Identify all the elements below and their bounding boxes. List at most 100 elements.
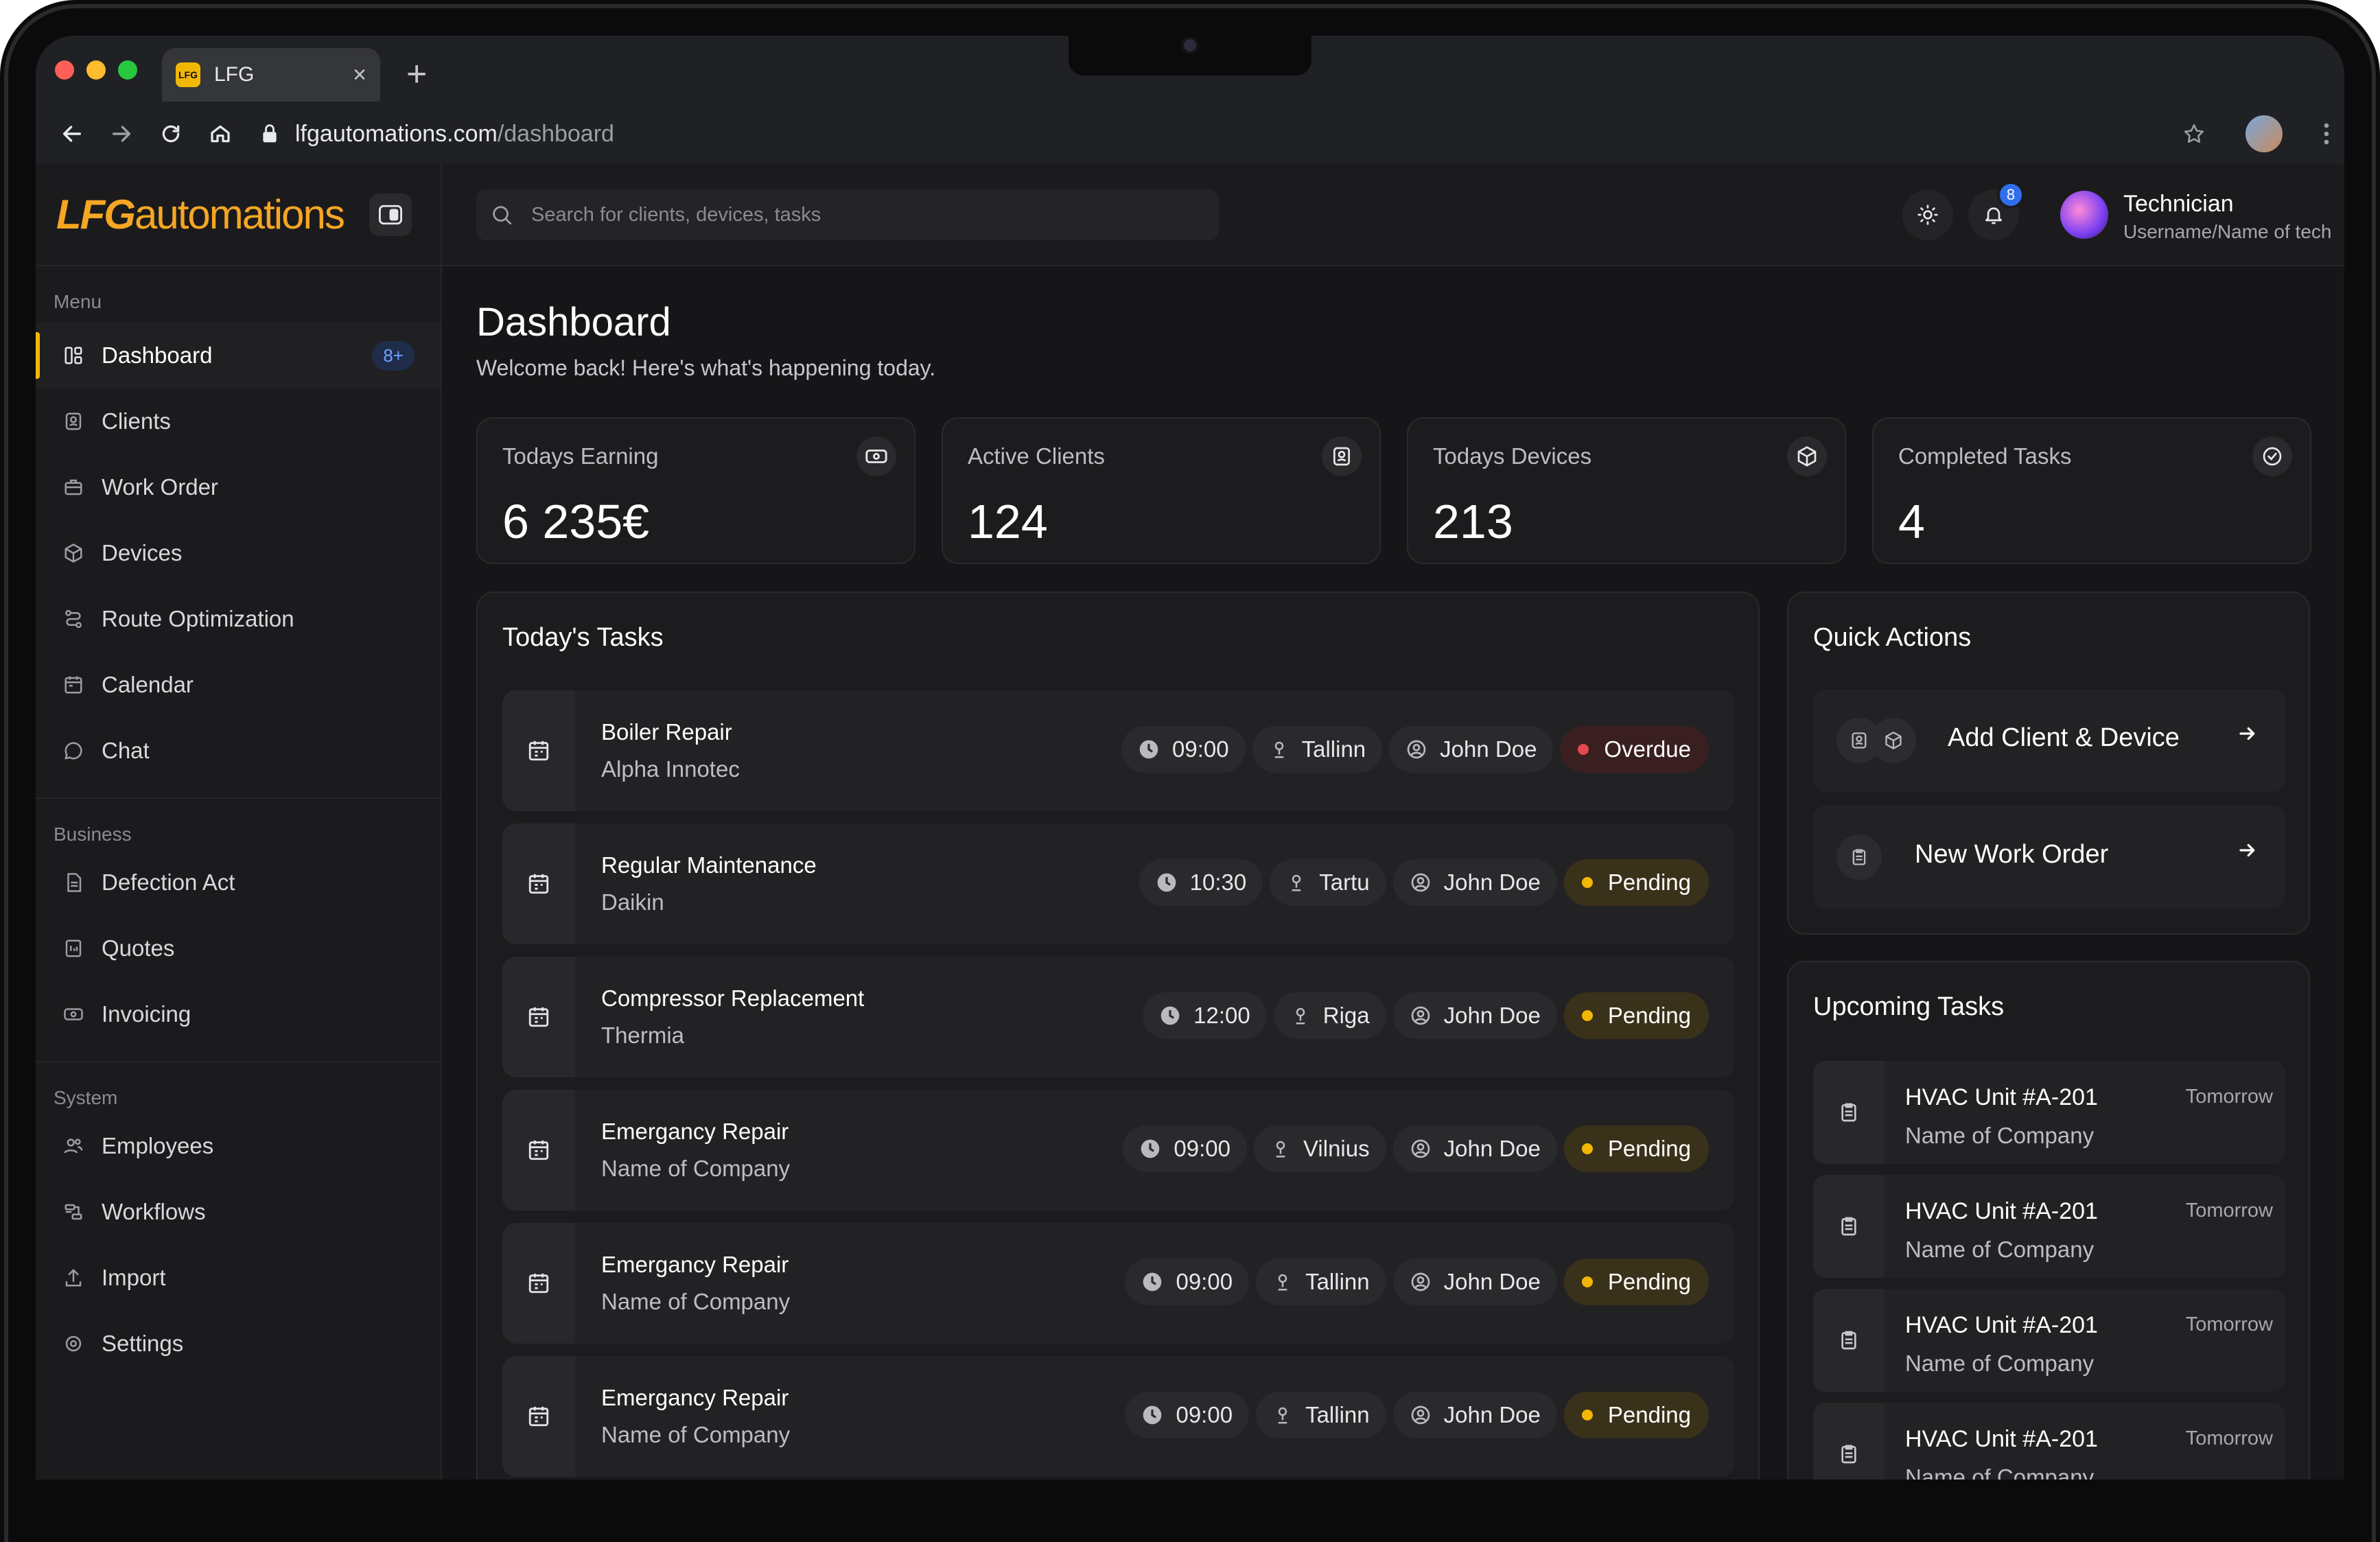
close-window-button[interactable] xyxy=(55,60,74,80)
sidebar-item-settings[interactable]: Settings xyxy=(36,1311,441,1377)
stat-card-completed[interactable]: Completed Tasks 4 xyxy=(1872,417,2311,564)
location-icon xyxy=(1272,1272,1293,1292)
task-title: Boiler Repair xyxy=(601,719,732,745)
task-location: Riga xyxy=(1273,992,1386,1039)
upcoming-when: Tomorrow xyxy=(2185,1313,2273,1335)
upcoming-task-item[interactable]: HVAC Unit #A-201 Name of Company Tomorro… xyxy=(1813,1289,2285,1392)
location-icon xyxy=(1286,872,1307,893)
sidebar-item-workflows[interactable]: Workflows xyxy=(36,1179,441,1245)
reload-button[interactable] xyxy=(158,121,184,147)
sidebar-item-quotes[interactable]: Quotes xyxy=(36,915,441,981)
invoice-icon xyxy=(62,1003,85,1026)
sidebar-item-dashboard[interactable]: Dashboard 8+ xyxy=(36,323,441,388)
status-text: Pending xyxy=(1607,1136,1691,1161)
user-avatar[interactable] xyxy=(2060,191,2108,239)
briefcase-icon xyxy=(62,476,85,499)
task-row[interactable]: Emergancy Repair Name of Company 09:00 T… xyxy=(502,1356,1735,1477)
camera-icon xyxy=(1181,36,1199,54)
sidebar-item-import[interactable]: Import xyxy=(36,1245,441,1311)
todays-tasks-panel: Today's Tasks Boiler Repair Alpha Innote… xyxy=(476,592,1760,1480)
forward-button[interactable] xyxy=(108,121,135,147)
task-row[interactable]: Emergancy Repair Name of Company 09:00 V… xyxy=(502,1090,1735,1211)
check-circle-icon xyxy=(2252,436,2292,476)
task-time: 12:00 xyxy=(1143,992,1267,1039)
business-section-label: Business xyxy=(54,823,132,845)
dashboard-icon xyxy=(62,344,85,367)
sidebar-item-label: Import xyxy=(102,1265,166,1290)
upcoming-task-item[interactable]: HVAC Unit #A-201 Name of Company Tomorro… xyxy=(1813,1061,2285,1164)
sidebar-item-invoicing[interactable]: Invoicing xyxy=(36,981,441,1047)
task-time: 09:00 xyxy=(1125,1392,1250,1438)
status-text: Pending xyxy=(1607,1269,1691,1294)
browser-tab[interactable]: LFG LFG × xyxy=(162,48,380,102)
sidebar-item-defection-act[interactable]: Defection Act xyxy=(36,850,441,915)
task-title: Emergancy Repair xyxy=(601,1385,789,1410)
sidebar-item-employees[interactable]: Employees xyxy=(36,1113,441,1179)
upcoming-task-item[interactable]: HVAC Unit #A-201 Name of Company Tomorro… xyxy=(1813,1175,2285,1278)
user-circle-icon xyxy=(1410,1138,1432,1160)
topbar: Search for clients, devices, tasks 8 Tec… xyxy=(442,163,2344,266)
sidebar-item-label: Workflows xyxy=(102,1199,206,1224)
task-row[interactable]: Compressor Replacement Thermia 12:00 Rig… xyxy=(502,957,1735,1077)
task-title: Regular Maintenance xyxy=(601,852,817,878)
new-tab-button[interactable]: + xyxy=(406,56,427,92)
search-input[interactable]: Search for clients, devices, tasks xyxy=(476,189,1219,240)
minimize-window-button[interactable] xyxy=(86,60,106,80)
clock-icon xyxy=(1141,1271,1163,1293)
more-menu-icon[interactable] xyxy=(2322,121,2331,146)
back-button[interactable] xyxy=(59,121,85,147)
sidebar-item-work-order[interactable]: Work Order xyxy=(36,454,441,520)
add-client-device-button[interactable]: Add Client & Device xyxy=(1813,689,2285,792)
task-meta: 09:00 Tallinn John Doe Pending xyxy=(1125,1259,1709,1305)
sidebar-item-chat[interactable]: Chat xyxy=(36,718,441,784)
task-row[interactable]: Regular Maintenance Daikin 10:30 Tartu J… xyxy=(502,823,1735,944)
stat-card-clients[interactable]: Active Clients 124 xyxy=(942,417,1381,564)
bookmark-star-icon[interactable] xyxy=(2182,122,2206,145)
logo[interactable]: LFGautomations xyxy=(56,191,345,238)
task-assignee: John Doe xyxy=(1392,859,1557,906)
user-name[interactable]: Technician xyxy=(2123,191,2234,218)
profile-avatar[interactable] xyxy=(2245,115,2283,152)
sidebar-item-label: Work Order xyxy=(102,474,218,500)
user-circle-icon xyxy=(1410,1005,1432,1027)
page-subtitle: Welcome back! Here's what's happening to… xyxy=(476,355,936,380)
home-button[interactable] xyxy=(207,121,233,147)
upcoming-when: Tomorrow xyxy=(2185,1427,2273,1449)
upcoming-company: Name of Company xyxy=(1905,1237,2095,1262)
task-location: Tallinn xyxy=(1256,1392,1386,1438)
status-dot xyxy=(1581,1143,1593,1154)
task-calendar-icon xyxy=(502,1090,575,1211)
sidebar-item-clients[interactable]: Clients xyxy=(36,388,441,454)
upcoming-task-item[interactable]: HVAC Unit #A-201 Name of Company Tomorro… xyxy=(1813,1403,2285,1480)
stat-card-earning[interactable]: Todays Earning 6 235€ xyxy=(476,417,915,564)
new-work-order-button[interactable]: New Work Order xyxy=(1813,806,2285,909)
task-time: 09:00 xyxy=(1123,1125,1247,1172)
sidebar-item-route-optimization[interactable]: Route Optimization xyxy=(36,586,441,652)
notifications-button[interactable]: 8 xyxy=(1968,181,2025,240)
stat-card-devices[interactable]: Todays Devices 213 xyxy=(1407,417,1846,564)
location-icon xyxy=(1270,1138,1291,1159)
address-bar[interactable]: lfgautomations.com/dashboard xyxy=(262,107,614,161)
task-time-value: 09:00 xyxy=(1172,736,1229,762)
task-title: Emergancy Repair xyxy=(601,1119,789,1144)
sidebar-item-calendar[interactable]: Calendar xyxy=(36,652,441,718)
task-tech: John Doe xyxy=(1443,1003,1541,1028)
stat-label: Active Clients xyxy=(968,443,1105,469)
sidebar-toggle-button[interactable] xyxy=(369,194,412,236)
task-row[interactable]: Boiler Repair Alpha Innotec 09:00 Tallin… xyxy=(502,690,1735,811)
tab-close-icon[interactable]: × xyxy=(353,62,366,89)
sidebar-item-label: Route Optimization xyxy=(102,606,294,631)
task-row[interactable]: Emergancy Repair Name of Company 09:00 T… xyxy=(502,1223,1735,1344)
status-dot xyxy=(1581,877,1593,888)
status-dot xyxy=(1581,1276,1593,1287)
document-icon xyxy=(62,871,85,894)
task-tech: John Doe xyxy=(1443,1402,1541,1427)
user-circle-icon xyxy=(1410,1271,1432,1293)
theme-toggle-button[interactable] xyxy=(1902,189,1953,240)
sidebar-item-devices[interactable]: Devices xyxy=(36,520,441,586)
maximize-window-button[interactable] xyxy=(118,60,137,80)
task-meta: 10:30 Tartu John Doe Pending xyxy=(1139,859,1709,906)
task-assignee: John Doe xyxy=(1392,1392,1557,1438)
quick-action-label: Add Client & Device xyxy=(1948,723,2180,752)
task-title: Compressor Replacement xyxy=(601,985,865,1011)
